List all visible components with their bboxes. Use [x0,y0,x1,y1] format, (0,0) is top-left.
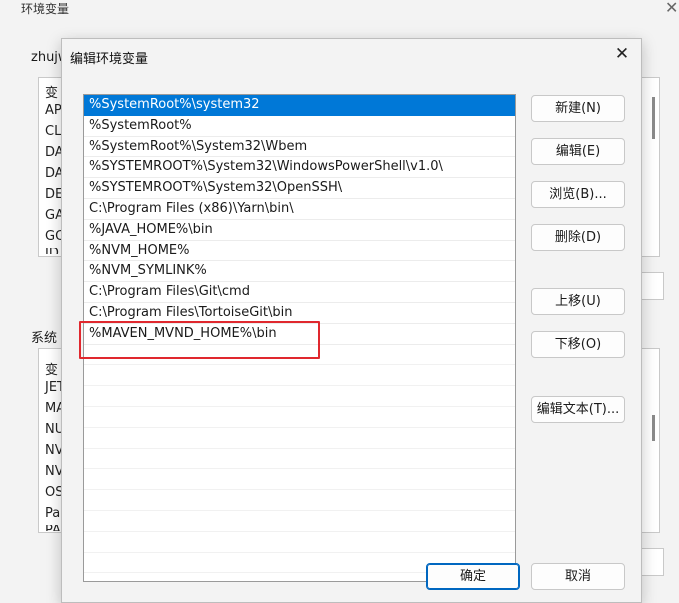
empty-row[interactable] [84,532,515,553]
ok-button[interactable]: 确定 [426,563,520,590]
move-down-button[interactable]: 下移(O) [531,331,625,358]
system-variables-label: 系统 [31,331,58,346]
list-item[interactable]: %NVM_HOME% [84,241,515,262]
system-list-scrollbar[interactable] [652,415,655,441]
dialog-title: 编辑环境变量 [70,52,149,67]
window-title: 环境变量 [21,2,70,16]
empty-row[interactable] [84,365,515,387]
empty-row[interactable] [84,511,515,532]
delete-button[interactable]: 删除(D) [531,224,625,251]
empty-row[interactable] [84,469,515,491]
empty-row[interactable] [84,449,515,470]
system-variable-row[interactable]: Pa [45,506,60,521]
list-item[interactable]: C:\Program Files (x86)\Yarn\bin\ [84,199,515,220]
user-variable-row[interactable]: CL [45,124,61,139]
edit-button[interactable]: 编辑(E) [531,138,625,165]
system-variable-header: 变 [45,363,59,378]
empty-row[interactable] [84,490,515,511]
empty-row[interactable] [84,407,515,428]
user-list-scrollbar[interactable] [652,97,655,139]
list-item[interactable]: %SYSTEMROOT%\System32\WindowsPowerShell\… [84,157,515,179]
system-variable-row[interactable]: PA [45,525,61,531]
list-item[interactable]: %SYSTEMROOT%\System32\OpenSSH\ [84,178,515,199]
list-item[interactable]: %JAVA_HOME%\bin [84,220,515,241]
user-edit-button-edge[interactable] [640,272,664,300]
cancel-button[interactable]: 取消 [531,563,625,590]
list-item[interactable]: C:\Program Files\Git\cmd [84,282,515,303]
empty-row[interactable] [84,428,515,449]
edit-environment-variable-dialog: 编辑环境变量 ✕ %SystemRoot%\system32 %SystemRo… [61,38,642,603]
list-item[interactable]: %SystemRoot%\System32\Wbem [84,137,515,158]
edit-text-button[interactable]: 编辑文本(T)... [531,396,625,423]
list-item[interactable]: %SystemRoot% [84,116,515,137]
browse-button[interactable]: 浏览(B)... [531,181,625,208]
new-button[interactable]: 新建(N) [531,95,625,122]
system-ok-button-edge[interactable] [640,548,664,576]
user-variable-row[interactable]: AP [45,103,62,118]
empty-row[interactable] [84,386,515,407]
user-variable-row[interactable]: ID [45,248,59,254]
annotation-highlight-box [79,321,320,359]
window-close-icon[interactable]: ✕ [665,0,678,17]
user-variable-header: 变 [45,86,59,101]
dialog-close-icon[interactable]: ✕ [611,43,633,65]
list-item[interactable]: %NVM_SYMLINK% [84,261,515,283]
move-up-button[interactable]: 上移(U) [531,288,625,315]
list-item[interactable]: %SystemRoot%\system32 [84,95,515,116]
